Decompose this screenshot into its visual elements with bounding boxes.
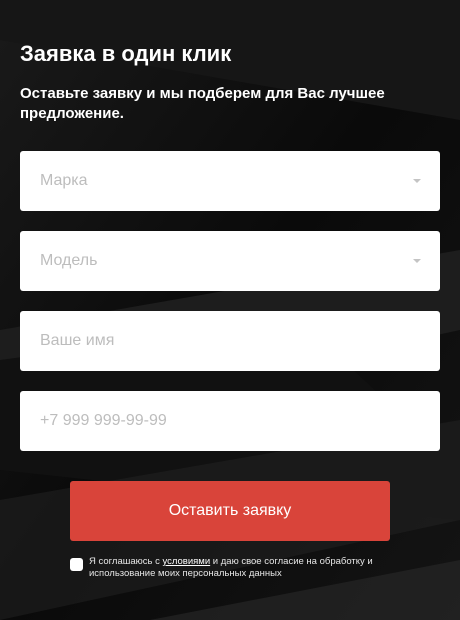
caret-down-icon — [413, 179, 421, 183]
model-select-placeholder: Модель — [40, 252, 98, 269]
terms-link[interactable]: условиями — [162, 556, 210, 567]
consent-checkbox[interactable] — [70, 558, 83, 571]
name-input-placeholder: Ваше имя — [40, 332, 115, 349]
submit-request-button[interactable]: Оставить заявку — [70, 481, 390, 541]
name-input[interactable]: Ваше имя — [20, 311, 440, 371]
phone-input[interactable]: +7 999 999-99-99 — [20, 391, 440, 451]
model-select[interactable]: Модель — [20, 231, 440, 291]
phone-input-placeholder: +7 999 999-99-99 — [40, 412, 167, 429]
form-title: Заявка в один клик — [20, 41, 232, 66]
consent-text-before: Я соглашаюсь с — [89, 556, 163, 567]
caret-down-icon — [413, 259, 421, 263]
form-subtitle: Оставьте заявку и мы подберем для Вас лу… — [20, 85, 385, 122]
request-form-panel: Заявка в один клик Оставьте заявку и мы … — [0, 0, 460, 620]
brand-select-placeholder: Марка — [40, 172, 88, 189]
consent-text: Я соглашаюсь с условиями и даю свое согл… — [89, 556, 409, 580]
brand-select[interactable]: Марка — [20, 151, 440, 211]
